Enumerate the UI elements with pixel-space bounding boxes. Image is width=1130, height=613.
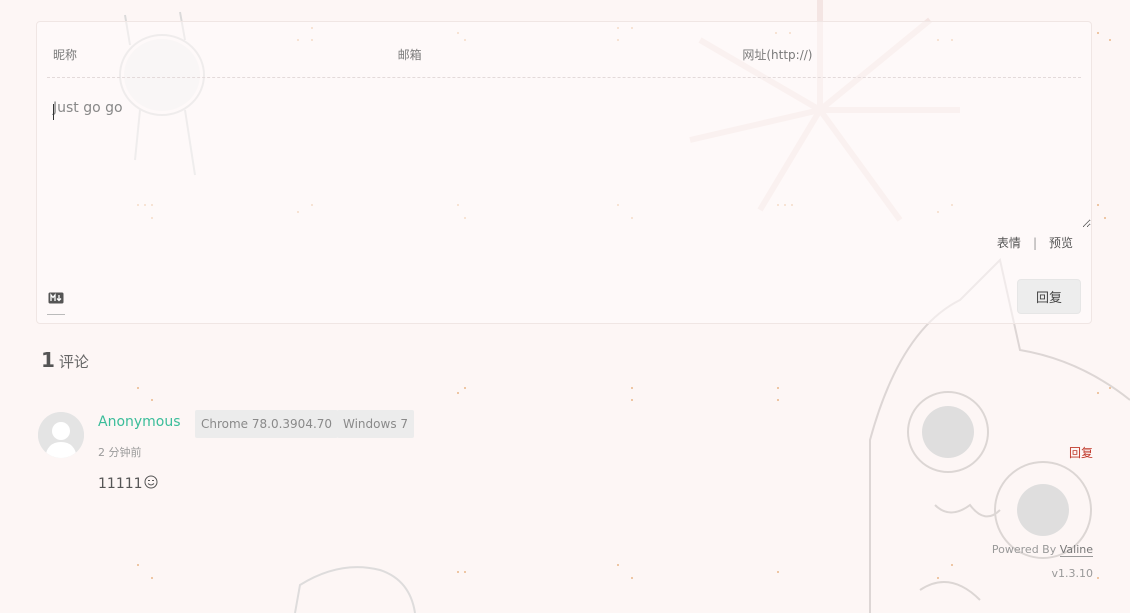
markdown-icon[interactable] — [47, 292, 65, 315]
link-input[interactable] — [736, 38, 1076, 72]
powered-by-label: Powered By — [991, 543, 1057, 556]
comment-count: 1 评论 — [41, 348, 89, 372]
comment-author[interactable]: Anonymous — [98, 414, 181, 430]
browser-badge: Chrome 78.0.3904.70 — [195, 410, 339, 438]
text-caret — [53, 104, 54, 120]
valine-link[interactable]: Valine — [1059, 543, 1093, 557]
comment-count-number: 1 — [41, 348, 55, 372]
nick-input[interactable] — [47, 38, 387, 72]
smile-emoji-icon — [144, 475, 158, 493]
version-label: v1.3.10 — [1051, 567, 1094, 580]
mail-field-wrapper — [391, 22, 737, 77]
submit-button[interactable]: 回复 — [1017, 279, 1081, 314]
nick-field-wrapper — [47, 22, 392, 77]
mail-input[interactable] — [391, 38, 732, 72]
comment-time: 2 分钟前 — [98, 446, 142, 459]
preview-toggle[interactable]: 预览 — [1049, 234, 1073, 251]
reply-link[interactable]: 回复 — [1069, 444, 1093, 461]
comment-count-label: 评论 — [58, 353, 89, 371]
form-header — [47, 22, 1081, 78]
comment-text: 11111 — [98, 476, 143, 492]
comment-content: 11111 — [98, 475, 158, 493]
emoji-toggle[interactable]: 表情 — [997, 234, 1021, 251]
comment-textarea[interactable] — [49, 92, 1091, 228]
os-badge: Windows 7 — [337, 410, 415, 438]
avatar — [38, 412, 84, 458]
form-tools: 表情 | 预览 — [997, 234, 1073, 251]
comment-form: 表情 | 预览 回复 — [36, 21, 1092, 324]
link-field-wrapper — [736, 22, 1081, 77]
powered-by: Powered By Valine v1.3.10 — [992, 538, 1093, 586]
tools-separator: | — [1032, 235, 1037, 250]
